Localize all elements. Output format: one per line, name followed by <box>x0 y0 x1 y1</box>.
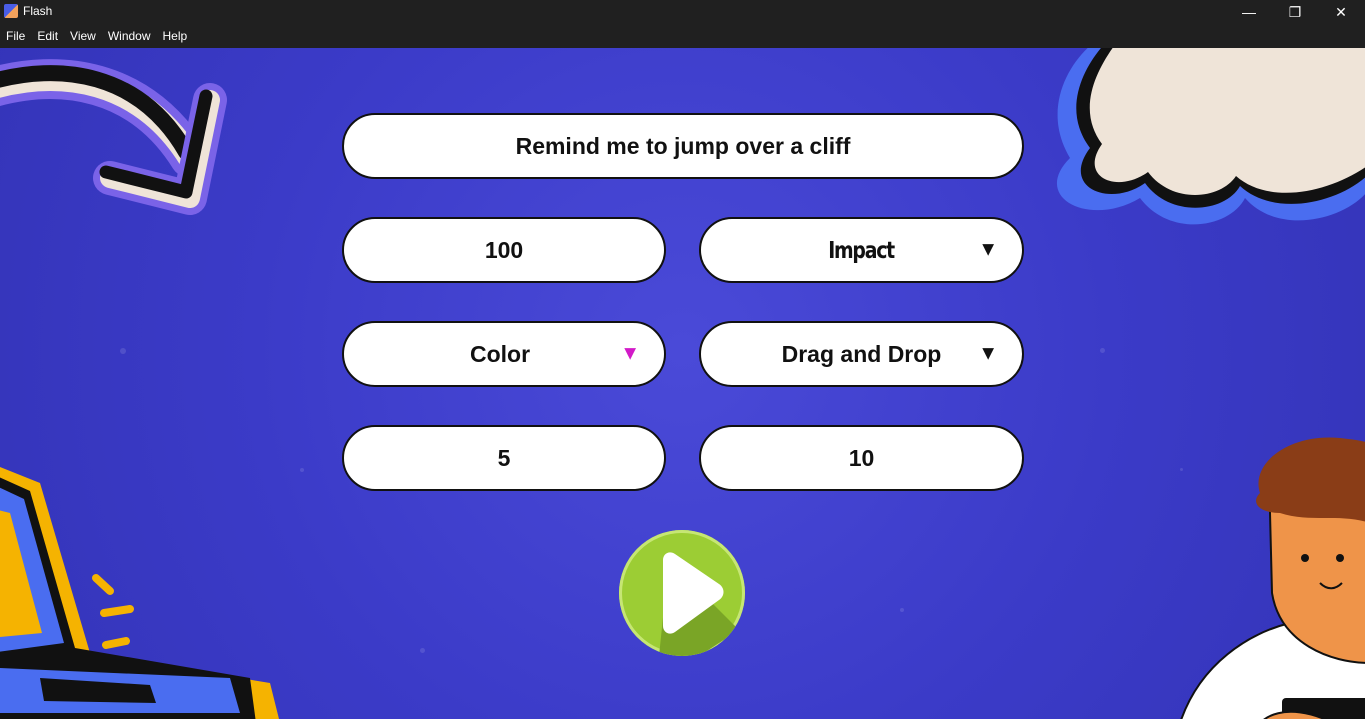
arrow-illustration <box>0 59 227 215</box>
background-speck <box>420 648 425 653</box>
character-illustration <box>1180 437 1365 719</box>
menu-window[interactable]: Window <box>102 24 157 48</box>
field-a-value: 5 <box>497 444 511 471</box>
background-speck <box>120 348 126 354</box>
field-b-value: 10 <box>848 444 875 471</box>
close-button[interactable]: ✕ <box>1318 0 1364 24</box>
color-label: Color <box>469 340 531 367</box>
background-speck <box>900 608 904 612</box>
caret-down-icon: ▼ <box>978 342 998 365</box>
maximize-button[interactable]: ❐ <box>1272 0 1318 24</box>
menu-help[interactable]: Help <box>157 24 194 48</box>
size-value: 100 <box>484 236 524 263</box>
window-title: Flash <box>23 4 53 18</box>
size-field[interactable]: 100 <box>342 217 666 283</box>
play-button[interactable] <box>619 530 745 656</box>
cloud-illustration <box>1056 48 1365 225</box>
field-b[interactable]: 10 <box>699 425 1024 491</box>
menu-bar: File Edit View Window Help <box>0 24 1365 48</box>
caret-down-icon: ▼ <box>978 238 998 261</box>
message-field[interactable]: Remind me to jump over a cliff <box>342 113 1024 179</box>
stage: Remind me to jump over a cliff 100 Impac… <box>0 48 1365 719</box>
field-a[interactable]: 5 <box>342 425 666 491</box>
menu-edit[interactable]: Edit <box>31 24 64 48</box>
animation-dropdown[interactable]: Drag and Drop ▼ <box>699 321 1024 387</box>
font-dropdown[interactable]: Impact ▼ <box>699 217 1024 283</box>
background-speck <box>300 468 304 472</box>
menu-view[interactable]: View <box>64 24 102 48</box>
play-icon <box>659 552 739 656</box>
font-value: Impact <box>828 237 896 264</box>
app-icon <box>4 4 18 18</box>
message-value: Remind me to jump over a cliff <box>515 132 851 159</box>
minimize-button[interactable]: — <box>1226 0 1272 24</box>
caret-down-icon: ▼ <box>620 342 640 365</box>
laptop-illustration <box>0 467 279 719</box>
menu-file[interactable]: File <box>0 24 31 48</box>
title-bar: Flash — ❐ ✕ <box>0 0 1365 24</box>
animation-value: Drag and Drop <box>781 340 942 367</box>
background-speck <box>1100 348 1105 353</box>
color-dropdown[interactable]: Color ▼ <box>342 321 666 387</box>
